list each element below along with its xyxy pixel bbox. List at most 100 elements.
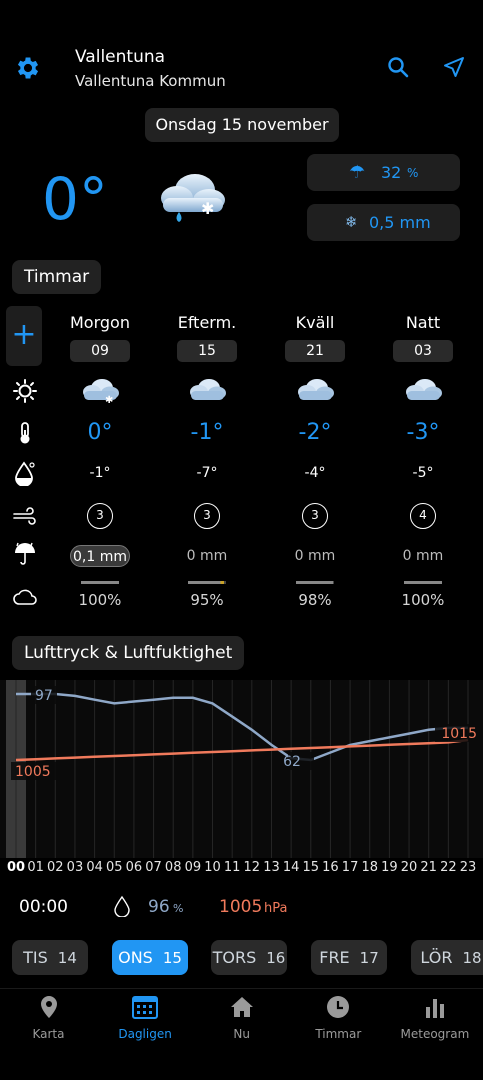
day-tab-name: FRE [319, 948, 350, 967]
hour-tick-label[interactable]: 14 [281, 860, 301, 875]
day-tab-number: 16 [266, 948, 286, 967]
wind-speed-value: 4 [419, 508, 427, 522]
hour-tick-label[interactable]: 03 [65, 860, 85, 875]
hour-tick-label[interactable]: 16 [320, 860, 340, 875]
hour-tick-label[interactable]: 20 [399, 860, 419, 875]
cloud-cover-bar [188, 581, 226, 584]
thermometer-icon [12, 420, 38, 446]
cloud-cover-fill [404, 581, 442, 584]
hour-tick-label[interactable]: 21 [419, 860, 439, 875]
navigation-arrow-icon [444, 57, 464, 77]
hour-tick-label[interactable]: 18 [360, 860, 380, 875]
hour-tick-label[interactable]: 11 [222, 860, 242, 875]
hour-tick-label[interactable]: 06 [124, 860, 144, 875]
wind-speed-indicator: 4 [410, 503, 436, 529]
current-temperature: 0° [42, 165, 108, 233]
column-cloud-cover: 100% [78, 591, 122, 609]
search-button[interactable] [386, 55, 410, 79]
column-temperature: -1° [190, 420, 224, 445]
feels-like-drop-icon [12, 460, 38, 487]
hour-tick-label[interactable]: 15 [301, 860, 321, 875]
hour-tick-label[interactable]: 01 [26, 860, 46, 875]
nav-item-dagligen[interactable]: Dagligen [97, 995, 194, 1041]
precip-chance-box: ☂ 32 % [307, 154, 460, 191]
hour-tick-label[interactable]: 09 [183, 860, 203, 875]
day-tab[interactable]: ONS 15 [112, 940, 188, 975]
sun-icon [12, 378, 38, 404]
selected-time: 00:00 [19, 897, 68, 917]
hour-tick-label[interactable]: 22 [438, 860, 458, 875]
umbrella-rain-icon [12, 541, 38, 567]
cloud-snow-rain-icon: ✱ [153, 170, 229, 228]
cloud-cover-bar [404, 581, 442, 584]
day-tab[interactable]: FRE 17 [311, 940, 387, 975]
day-tab[interactable]: LÖR 18 [411, 940, 483, 975]
column-temperature: -2° [298, 420, 332, 445]
column-temperature: 0° [87, 420, 113, 445]
hour-tick-label[interactable]: 19 [379, 860, 399, 875]
hour-tick-label[interactable]: 10 [203, 860, 223, 875]
selected-pressure-unit: hPa [264, 901, 288, 916]
add-button[interactable]: + [6, 306, 42, 366]
wind-speed-indicator: 3 [302, 503, 328, 529]
column-label: Efterm. [177, 313, 237, 332]
hour-tick-label[interactable]: 13 [261, 860, 281, 875]
wind-speed-value: 3 [203, 508, 211, 522]
location-municipality: Vallentuna Kommun [75, 72, 226, 90]
cloud-cover-fill [188, 581, 225, 584]
hour-tick-label[interactable]: 07 [144, 860, 164, 875]
day-tab-name: TIS [23, 948, 48, 967]
bottom-nav-divider [0, 988, 483, 989]
wind-icon [12, 503, 38, 529]
hour-tick-label[interactable]: 23 [458, 860, 478, 875]
wind-speed-indicator: 3 [194, 503, 220, 529]
precip-chance-unit: % [407, 166, 419, 180]
day-tab-name: TORS [212, 948, 257, 967]
column-cloud-cover: 95% [190, 591, 224, 609]
column-precip: 0,1 mm [70, 545, 130, 567]
column-hour: 03 [393, 340, 453, 362]
nav-item-nu[interactable]: Nu [193, 995, 290, 1041]
day-tab-name: LÖR [420, 948, 453, 967]
cloud-cover-icon [12, 584, 38, 610]
chart-background [0, 680, 483, 858]
column-label: Kväll [295, 313, 335, 332]
hours-section-title: Timmar [12, 260, 102, 294]
hour-tick-label[interactable]: 00 [6, 860, 26, 875]
nav-item-timmar[interactable]: Timmar [290, 995, 387, 1041]
day-tab[interactable]: TORS 16 [211, 940, 287, 975]
day-tab-number: 15 [162, 948, 182, 967]
nav-item-karta[interactable]: Karta [0, 995, 97, 1041]
selected-humidity-unit: % [173, 902, 184, 915]
hour-tick-label[interactable]: 05 [104, 860, 124, 875]
bar-chart-icon [386, 995, 483, 1019]
column-precip: 0 mm [186, 548, 228, 564]
day-tab[interactable]: TIS 14 [12, 940, 88, 975]
pressure-humidity-chart[interactable]: 97 62 1005 1015 [0, 680, 483, 858]
humidity-start-label: 97 [35, 688, 53, 704]
column-cloud-cover: 100% [401, 591, 445, 609]
nav-item-meteogram[interactable]: Meteogram [386, 995, 483, 1041]
column-hour: 09 [70, 340, 130, 362]
column-precip: 0 mm [294, 548, 336, 564]
cloud-snow-icon: ✱ [79, 376, 121, 406]
selected-pressure: 1005 [219, 897, 263, 917]
column-precip: 0 mm [402, 548, 444, 564]
hour-tick-label[interactable]: 12 [242, 860, 262, 875]
humidity-min-label: 62 [283, 754, 301, 770]
hour-tick-label[interactable]: 04 [85, 860, 105, 875]
selected-humidity: 96 [148, 897, 170, 917]
settings-button[interactable] [14, 54, 42, 82]
hour-tick-label[interactable]: 02 [45, 860, 65, 875]
nav-item-label: Dagligen [118, 1027, 172, 1041]
precip-chance-value: 32 [381, 163, 402, 182]
pressure-start-label: 1005 [15, 764, 51, 780]
svg-text:✱: ✱ [201, 199, 214, 218]
hour-tick-label[interactable]: 08 [163, 860, 183, 875]
locate-button[interactable] [442, 55, 466, 79]
wind-speed-indicator: 3 [87, 503, 113, 529]
column-feels-like: -4° [304, 465, 326, 481]
hour-tick-label[interactable]: 17 [340, 860, 360, 875]
column-hour: 15 [177, 340, 237, 362]
day-tab-number: 14 [57, 948, 77, 967]
